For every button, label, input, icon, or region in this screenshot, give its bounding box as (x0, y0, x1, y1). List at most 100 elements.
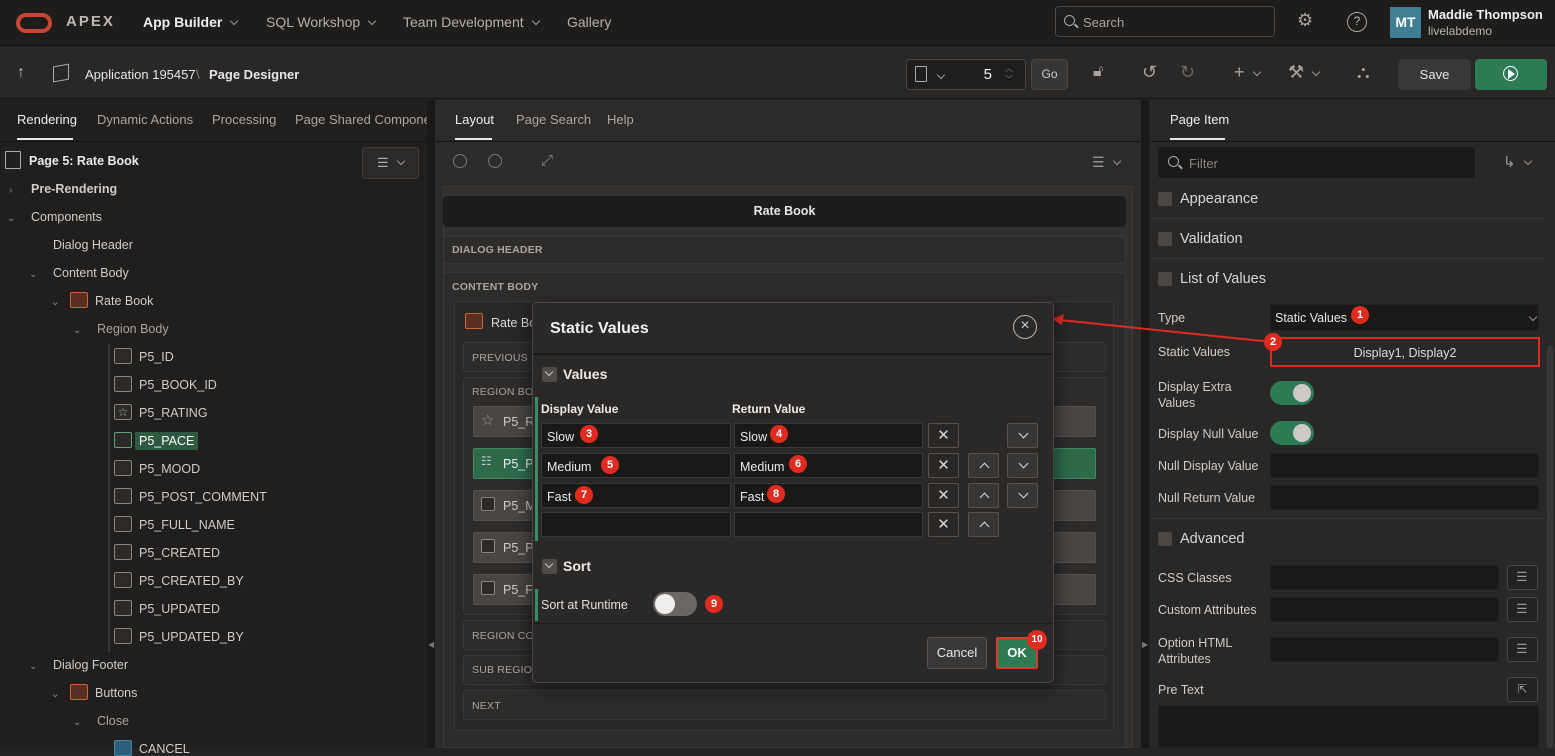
tree-rate-book[interactable]: Rate Book (95, 294, 153, 308)
remove-row-button[interactable]: ✕ (928, 483, 959, 508)
tree-item-cancel[interactable]: CANCEL (139, 742, 190, 756)
tab-rendering[interactable]: Rendering (17, 112, 77, 127)
tab-help[interactable]: Help (607, 112, 634, 127)
open-editor-icon[interactable]: ⇱ (1507, 677, 1538, 702)
display-extra-values-toggle[interactable] (1270, 381, 1314, 405)
collapse-left-icon[interactable]: ◀ (428, 640, 434, 649)
return-value-input[interactable]: Fast (734, 483, 923, 508)
nav-app-builder[interactable]: App Builder (143, 14, 239, 30)
expand-arrow-icon[interactable]: › (9, 185, 12, 196)
display-value-input[interactable]: Medium (541, 453, 731, 478)
css-classes-list-button[interactable] (1507, 565, 1538, 590)
collapse-section-icon[interactable] (1158, 532, 1172, 546)
next-position[interactable] (463, 690, 1106, 720)
avatar[interactable]: MT (1390, 7, 1421, 38)
remove-row-button[interactable]: ✕ (928, 453, 959, 478)
cancel-button[interactable]: Cancel (927, 637, 987, 669)
collapse-arrow-icon[interactable]: ⌄ (51, 689, 59, 700)
redo-icon[interactable]: ↻ (1180, 62, 1195, 83)
collapse-arrow-icon[interactable]: ⌄ (73, 717, 81, 728)
remove-row-button[interactable]: ✕ (928, 512, 959, 537)
tree-dialog-footer[interactable]: Dialog Footer (53, 658, 128, 672)
collapse-section-icon[interactable] (1158, 272, 1172, 286)
page-number-selector[interactable]: 5 ︿ ﹀ (906, 59, 1026, 90)
tree-components[interactable]: Components (31, 210, 102, 224)
undo-icon[interactable]: ↺ (1142, 62, 1157, 83)
global-search-input[interactable]: Search (1055, 6, 1275, 37)
section-appearance[interactable]: Appearance (1180, 191, 1258, 207)
collapse-right-icon[interactable]: ▶ (1142, 640, 1148, 649)
section-validation[interactable]: Validation (1180, 231, 1243, 247)
rate-book-header[interactable]: Rate Book (443, 196, 1126, 227)
tree-menu-button[interactable]: ☰ (362, 147, 419, 179)
zoom-in-icon[interactable] (488, 154, 502, 168)
go-button[interactable]: Go (1031, 59, 1068, 90)
dialog-header-section[interactable] (443, 236, 1126, 264)
sort-heading[interactable]: Sort (563, 558, 591, 574)
collapse-sort-icon[interactable] (542, 559, 557, 574)
values-heading[interactable]: Values (563, 366, 607, 382)
tab-page-shared-components[interactable]: Page Shared Componen (295, 112, 438, 127)
expand-icon[interactable]: ⤢ (541, 152, 553, 169)
move-up-button[interactable] (968, 483, 999, 508)
tree-item-p5-updated-by[interactable]: P5_UPDATED_BY (139, 630, 244, 644)
utilities-wrench-icon[interactable]: ⚒ (1288, 62, 1321, 83)
tree-item-p5-id[interactable]: P5_ID (139, 350, 174, 364)
tab-page-search[interactable]: Page Search (516, 112, 591, 127)
display-null-value-toggle[interactable] (1270, 421, 1314, 445)
collapse-arrow-icon[interactable]: ⌄ (7, 213, 15, 224)
tree-pre-rendering[interactable]: Pre-Rendering (31, 182, 117, 196)
null-display-value-input[interactable] (1270, 453, 1539, 478)
close-icon[interactable]: × (1013, 315, 1037, 339)
run-page-button[interactable] (1475, 59, 1547, 90)
layout-menu-icon[interactable]: ☰ (1092, 154, 1121, 171)
oracle-logo-icon[interactable] (16, 13, 52, 33)
nav-gallery[interactable]: Gallery (567, 14, 611, 30)
tree-content-body[interactable]: Content Body (53, 266, 129, 280)
user-settings-icon[interactable]: ⚙ (1297, 10, 1313, 31)
return-value-input[interactable]: Medium (734, 453, 923, 478)
custom-attributes-input[interactable] (1270, 597, 1499, 622)
display-value-input[interactable]: Fast (541, 483, 731, 508)
css-classes-input[interactable] (1270, 565, 1499, 590)
collapse-arrow-icon[interactable]: ⌄ (51, 297, 59, 308)
tab-processing[interactable]: Processing (212, 112, 276, 127)
tab-dynamic-actions[interactable]: Dynamic Actions (97, 112, 193, 127)
scrollbar[interactable] (1547, 345, 1553, 748)
help-icon[interactable]: ? (1347, 12, 1367, 32)
tree-buttons[interactable]: Buttons (95, 686, 137, 700)
create-menu-icon[interactable]: + (1234, 62, 1261, 83)
save-button[interactable]: Save (1398, 59, 1471, 90)
move-down-button[interactable] (1007, 423, 1038, 448)
display-value-input[interactable]: Slow (541, 423, 731, 448)
tree-item-p5-post-comment[interactable]: P5_POST_COMMENT (139, 490, 267, 504)
tab-page-item[interactable]: Page Item (1170, 112, 1229, 127)
page-title[interactable]: Page 5: Rate Book (29, 154, 139, 168)
tree-item-p5-created[interactable]: P5_CREATED (139, 546, 220, 560)
tree-dialog-header[interactable]: Dialog Header (53, 238, 133, 252)
move-up-button[interactable] (968, 512, 999, 537)
zoom-out-icon[interactable] (453, 154, 467, 168)
tree-item-p5-rating[interactable]: P5_RATING (139, 406, 208, 420)
page-stepper-icon[interactable]: ︿ ﹀ (1005, 63, 1013, 85)
move-up-button[interactable] (968, 453, 999, 478)
go-to-group-icon[interactable]: ↳ (1503, 153, 1532, 171)
section-advanced[interactable]: Advanced (1180, 531, 1245, 547)
tree-item-p5-pace[interactable]: P5_PACE (135, 432, 199, 450)
collapse-arrow-icon[interactable]: ⌄ (29, 661, 37, 672)
tree-item-p5-book-id[interactable]: P5_BOOK_ID (139, 378, 217, 392)
pre-text-textarea[interactable] (1158, 705, 1539, 748)
up-arrow-icon[interactable]: ↑ (17, 64, 25, 82)
nav-team-development[interactable]: Team Development (403, 14, 540, 30)
null-return-value-input[interactable] (1270, 485, 1539, 510)
right-splitter[interactable]: ▶ (1141, 100, 1149, 748)
expand-section-icon[interactable] (1158, 192, 1172, 206)
breadcrumb-application[interactable]: Application 195457 (85, 67, 196, 82)
option-html-attributes-list-button[interactable] (1507, 637, 1538, 662)
static-values-field[interactable]: Display1, Display2 (1270, 337, 1540, 367)
left-splitter[interactable]: ◀ (427, 100, 435, 748)
page-number-value[interactable]: 5 (984, 66, 992, 83)
tree-item-p5-updated[interactable]: P5_UPDATED (139, 602, 220, 616)
collapse-values-icon[interactable] (542, 367, 557, 382)
shared-components-icon[interactable]: ⛬ (1357, 62, 1370, 83)
